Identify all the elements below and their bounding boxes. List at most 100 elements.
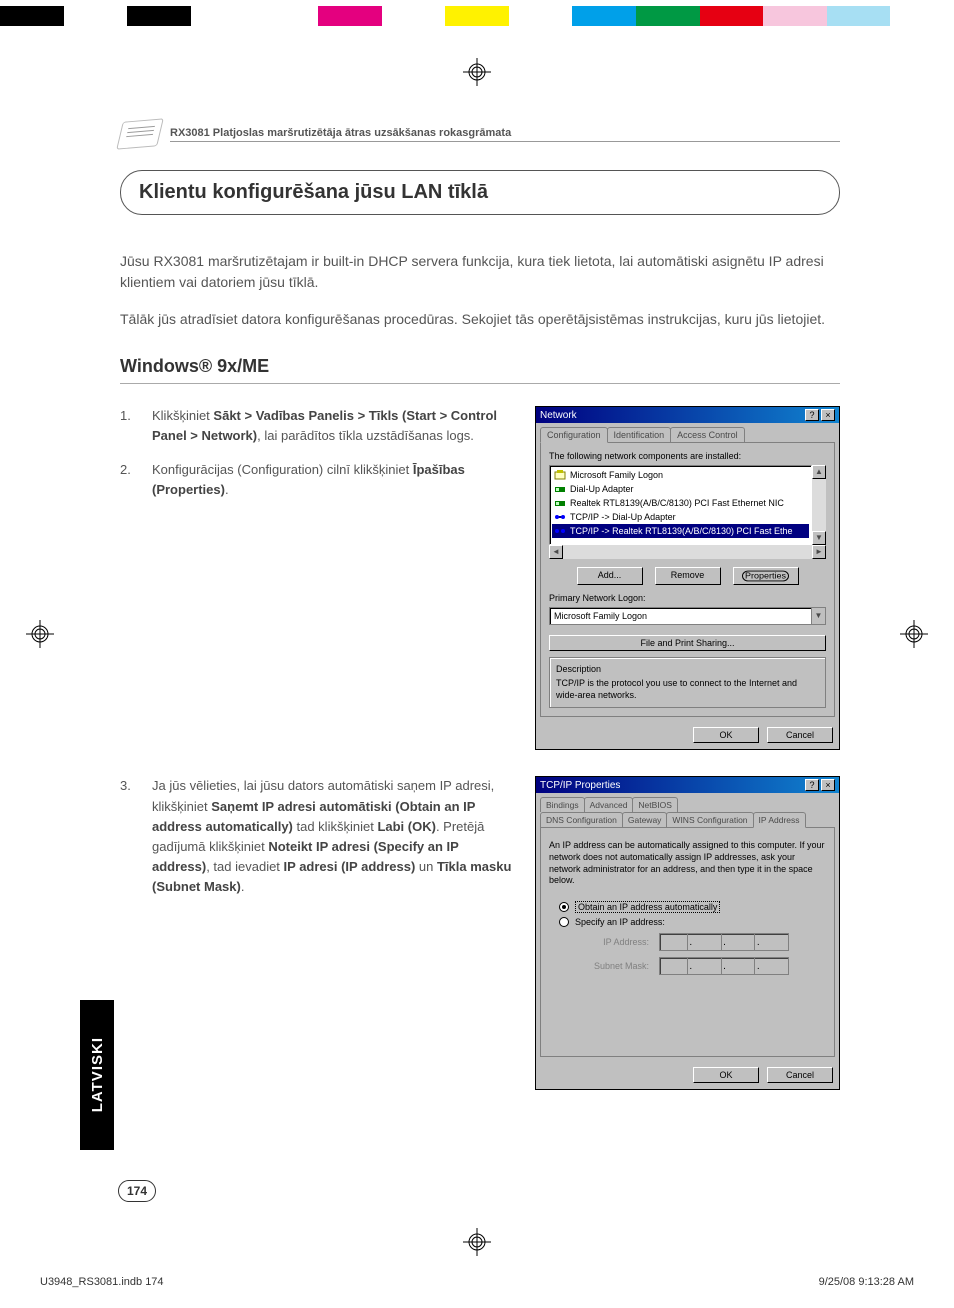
instruction-row-1: 1.Klikšķiniet Sākt > Vadības Panelis > T… <box>120 406 840 750</box>
steps-list-a: 1.Klikšķiniet Sākt > Vadības Panelis > T… <box>120 406 519 515</box>
adapter-icon <box>554 483 566 495</box>
close-icon[interactable]: × <box>821 409 835 421</box>
primary-logon-combo[interactable]: Microsoft Family Logon ▼ <box>549 607 826 625</box>
registration-mark-icon <box>463 58 491 86</box>
radio-icon <box>559 902 569 912</box>
tab[interactable]: IP Address <box>753 812 806 828</box>
dialog-panel: The following network components are ins… <box>540 442 835 717</box>
network-dialog: Network ? × ConfigurationIdentificationA… <box>535 406 840 750</box>
radio-icon <box>559 917 569 927</box>
dialog-titlebar: Network ? × <box>536 407 839 423</box>
header-rule <box>170 141 840 142</box>
step: 1.Klikšķiniet Sākt > Vadības Panelis > T… <box>120 406 519 446</box>
registration-mark-icon <box>900 620 928 648</box>
tab[interactable]: Advanced <box>584 797 634 812</box>
page-header: RX3081 Platjoslas maršrutizētāja ātras u… <box>120 120 840 148</box>
ok-button[interactable]: OK <box>693 727 759 743</box>
intro-paragraph-2: Tālāk jūs atradīsiet datora konfigurēšan… <box>120 309 840 330</box>
router-icon <box>116 118 164 149</box>
subheading-windows: Windows® 9x/ME <box>120 356 840 377</box>
radio-obtain-auto[interactable]: Obtain an IP address automatically <box>559 901 826 913</box>
page-number: 174 <box>118 1180 156 1202</box>
components-listbox[interactable]: Microsoft Family LogonDial-Up AdapterRea… <box>549 465 812 545</box>
tab[interactable]: Access Control <box>670 427 745 442</box>
radio-label: Specify an IP address: <box>575 917 665 927</box>
list-item[interactable]: TCP/IP -> Dial-Up Adapter <box>552 510 809 524</box>
radio-specify[interactable]: Specify an IP address: <box>559 917 826 927</box>
file-print-sharing-button[interactable]: File and Print Sharing... <box>549 635 826 651</box>
ip-address-label: IP Address: <box>579 937 649 947</box>
instruction-row-2: 3. Ja jūs vēlieties, lai jūsu dators aut… <box>120 776 840 1090</box>
figure-tcpip-dialog: TCP/IP Properties ? × BindingsAdvancedNe… <box>535 776 840 1090</box>
cancel-button[interactable]: Cancel <box>767 727 833 743</box>
dialog-title: TCP/IP Properties <box>540 780 620 791</box>
registration-mark-icon <box>463 1228 491 1256</box>
dialog-tabs: BindingsAdvancedNetBIOS DNS Configuration… <box>540 797 835 827</box>
list-item[interactable]: TCP/IP -> Realtek RTL8139(A/B/C/8130) PC… <box>552 524 809 538</box>
registration-mark-icon <box>26 620 54 648</box>
step-3: 3. Ja jūs vēlieties, lai jūsu dators aut… <box>120 776 519 897</box>
dialog-title: Network <box>540 410 577 421</box>
list-label: The following network components are ins… <box>549 451 826 461</box>
tcpip-dialog: TCP/IP Properties ? × BindingsAdvancedNe… <box>535 776 840 1090</box>
radio-label: Obtain an IP address automatically <box>575 901 720 913</box>
subnet-mask-field[interactable]: ... <box>659 957 789 975</box>
info-text: An IP address can be automatically assig… <box>549 840 826 887</box>
tab[interactable]: WINS Configuration <box>666 812 753 827</box>
footer-left: U3948_RS3081.indb 174 <box>40 1276 164 1288</box>
chevron-down-icon[interactable]: ▼ <box>811 608 825 624</box>
dialog-tabs: ConfigurationIdentificationAccess Contro… <box>540 427 835 442</box>
subhead-rule <box>120 383 840 384</box>
add-button[interactable]: Add... <box>577 567 643 585</box>
tab[interactable]: Configuration <box>540 427 608 443</box>
section-heading-pill: Klientu konfigurēšana jūsu LAN tīklā <box>120 170 840 215</box>
tab[interactable]: DNS Configuration <box>540 812 623 827</box>
intro-paragraph-1: Jūsu RX3081 maršrutizētajam ir built-in … <box>120 251 840 293</box>
scrollbar-vertical[interactable]: ▲ ▼ <box>812 465 826 545</box>
help-icon[interactable]: ? <box>805 779 819 791</box>
list-item[interactable]: Dial-Up Adapter <box>552 482 809 496</box>
subnet-mask-label: Subnet Mask: <box>579 961 649 971</box>
print-color-bar <box>0 6 954 26</box>
combo-value: Microsoft Family Logon <box>550 611 811 621</box>
remove-button[interactable]: Remove <box>655 567 721 585</box>
language-label: LATVISKI <box>89 1037 106 1112</box>
language-side-tab: LATVISKI <box>80 1000 114 1150</box>
help-icon[interactable]: ? <box>805 409 819 421</box>
page-content: RX3081 Platjoslas maršrutizētāja ātras u… <box>120 120 840 1116</box>
step: 2.Konfigurācijas (Configuration) cilnī k… <box>120 460 519 500</box>
properties-button[interactable]: Properties <box>733 567 799 585</box>
scroll-left-icon[interactable]: ◄ <box>549 545 563 559</box>
tab[interactable]: Gateway <box>622 812 668 827</box>
adapter-icon <box>554 497 566 509</box>
dialog-panel: An IP address can be automatically assig… <box>540 827 835 1057</box>
subnet-mask-row: Subnet Mask: ... <box>579 957 826 975</box>
cancel-button[interactable]: Cancel <box>767 1067 833 1083</box>
close-icon[interactable]: × <box>821 779 835 791</box>
ip-address-row: IP Address: ... <box>579 933 826 951</box>
scroll-up-icon[interactable]: ▲ <box>812 465 826 479</box>
description-group: Description TCP/IP is the protocol you u… <box>549 657 826 708</box>
scrollbar-horizontal[interactable]: ◄ ► <box>549 545 826 559</box>
figure-network-dialog: Network ? × ConfigurationIdentificationA… <box>535 406 840 750</box>
proto-icon <box>554 525 566 537</box>
net-icon <box>554 469 566 481</box>
tab[interactable]: Bindings <box>540 797 585 812</box>
ok-button[interactable]: OK <box>693 1067 759 1083</box>
proto-icon <box>554 511 566 523</box>
description-text: TCP/IP is the protocol you use to connec… <box>556 678 819 701</box>
tab[interactable]: Identification <box>607 427 672 442</box>
scroll-right-icon[interactable]: ► <box>812 545 826 559</box>
steps-list-b: 3. Ja jūs vēlieties, lai jūsu dators aut… <box>120 776 519 911</box>
doc-title: RX3081 Platjoslas maršrutizētāja ātras u… <box>170 127 840 139</box>
primary-logon-label: Primary Network Logon: <box>549 593 826 603</box>
list-item[interactable]: Realtek RTL8139(A/B/C/8130) PCI Fast Eth… <box>552 496 809 510</box>
ip-address-field[interactable]: ... <box>659 933 789 951</box>
section-heading: Klientu konfigurēšana jūsu LAN tīklā <box>139 181 821 204</box>
tab[interactable]: NetBIOS <box>632 797 678 812</box>
scroll-down-icon[interactable]: ▼ <box>812 531 826 545</box>
description-label: Description <box>556 664 819 674</box>
footer-right: 9/25/08 9:13:28 AM <box>819 1276 914 1288</box>
list-item[interactable]: Microsoft Family Logon <box>552 468 809 482</box>
dialog-titlebar: TCP/IP Properties ? × <box>536 777 839 793</box>
